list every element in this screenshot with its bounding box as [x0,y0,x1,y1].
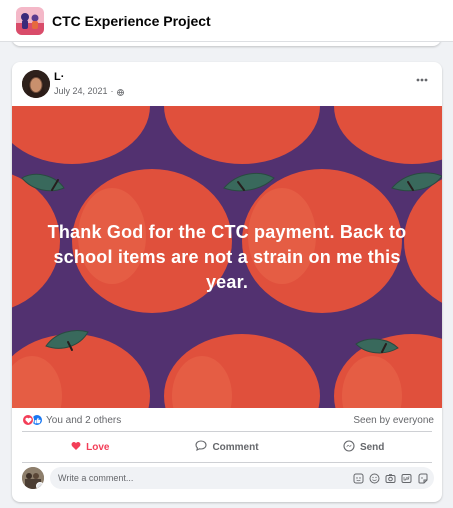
love-icon [22,414,34,426]
post-card: L· July 24, 2021 · Thank God for the CTC… [12,62,442,502]
send-button[interactable]: Send [295,435,432,459]
commenter-avatar[interactable] [22,467,44,489]
comment-tools [353,473,428,484]
post-actions: Love Comment Send [22,435,432,459]
chevron-down-icon[interactable] [36,482,44,489]
group-avatar[interactable] [16,6,44,35]
divider [22,462,432,463]
more-options-icon[interactable] [412,70,432,90]
camera-icon[interactable] [385,473,396,484]
seen-by-text[interactable]: Seen by everyone [353,415,434,426]
post-text: Thank God for the CTC payment. Back to s… [47,221,407,292]
post-header: L· July 24, 2021 · [12,62,442,106]
post-background-image: Thank God for the CTC payment. Back to s… [12,106,442,408]
post-meta: July 24, 2021 · [54,86,124,96]
send-label: Send [359,441,385,453]
reactions-summary: You and 2 others Seen by everyone [22,412,434,428]
comment-button[interactable]: Comment [159,435,296,459]
comment-box[interactable] [50,467,434,489]
author-name[interactable]: L· [54,71,64,83]
love-label: Love [86,441,110,453]
comment-input[interactable] [58,473,353,483]
group-header: CTC Experience Project [0,0,453,42]
reactions-left[interactable]: You and 2 others [22,414,121,426]
avatar-sticker-icon[interactable] [417,473,428,484]
comment-icon [195,440,207,454]
emoji-icon[interactable] [369,473,380,484]
love-button[interactable]: Love [22,435,159,459]
messenger-icon [343,439,355,455]
globe-icon [116,88,124,96]
comment-composer [22,466,434,490]
comment-label: Comment [212,441,259,453]
group-title[interactable]: CTC Experience Project [52,13,211,29]
divider [22,431,432,432]
gif-icon[interactable] [401,473,412,484]
author-avatar[interactable] [22,70,50,98]
reaction-icons [22,414,43,426]
reactions-count[interactable]: You and 2 others [46,415,121,426]
post-date[interactable]: July 24, 2021 [54,86,108,96]
love-icon [71,441,81,454]
meta-separator: · [110,86,114,96]
sticker-icon[interactable] [353,473,364,484]
